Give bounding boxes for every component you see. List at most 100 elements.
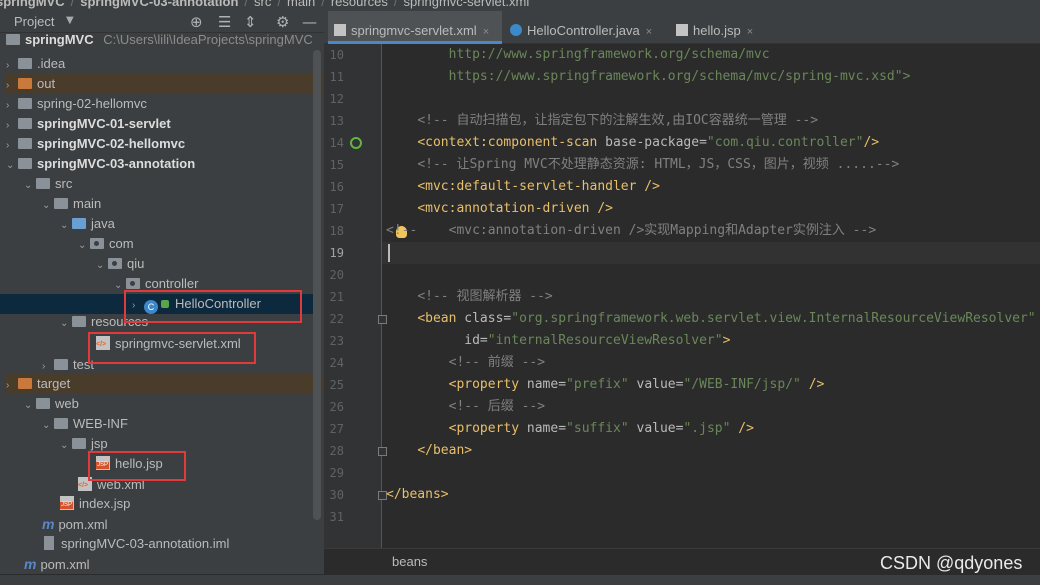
code-line-15[interactable]: <!-- 让Spring MVC不处理静态资源: HTML，JS，CSS，图片，…	[386, 154, 899, 176]
chevron-down-icon[interactable]: ⌄	[24, 396, 36, 416]
tree-item-main[interactable]: ⌄ main	[42, 194, 101, 214]
chevron-down-icon[interactable]: ⌄	[60, 316, 72, 330]
code-line-27[interactable]: <property name="suffix" value=".jsp" />	[386, 418, 754, 440]
folder-icon	[18, 58, 32, 69]
chevron-right-icon[interactable]: ›	[6, 76, 18, 96]
chevron-down-icon[interactable]: ⌄	[24, 176, 36, 196]
hide-icon[interactable]: —	[302, 13, 317, 31]
line-number: 10	[329, 48, 344, 62]
code-line-17[interactable]: <mvc:annotation-driven />	[386, 198, 613, 220]
module-folder-icon	[18, 158, 32, 169]
tree-item-mod01[interactable]: › springMVC-01-servlet	[6, 114, 171, 134]
code-line-10[interactable]: http://www.springframework.org/schema/mv…	[386, 44, 770, 66]
chevron-down-icon[interactable]: ⌄	[6, 156, 18, 176]
tree-item-spring02[interactable]: › spring-02-hellomvc	[6, 94, 147, 114]
tree-item-mod03[interactable]: ⌄ springMVC-03-annotation	[6, 154, 195, 174]
chevron-down-icon[interactable]: ▼	[66, 15, 74, 26]
expand-icon[interactable]: ⇕	[244, 13, 257, 31]
code-line-28[interactable]: </bean>	[386, 440, 472, 462]
code-line-21[interactable]: <!-- 视图解析器 -->	[386, 286, 552, 308]
code-line-16[interactable]: <mvc:default-servlet-handler />	[386, 176, 660, 198]
tree-item-qiu[interactable]: ⌄ qiu	[96, 254, 144, 274]
chevron-down-icon[interactable]: ⌄	[96, 256, 108, 276]
locate-icon[interactable]: ⊕	[190, 13, 203, 31]
code-line-30[interactable]: </beans>	[386, 484, 449, 506]
highlight-box-hello-jsp	[88, 451, 186, 481]
tree-item-src[interactable]: ⌄ src	[24, 174, 72, 194]
tree-item-web[interactable]: ⌄ web	[24, 394, 79, 414]
breadcrumb-src[interactable]: src	[254, 0, 271, 9]
tree-item-out[interactable]: › out	[6, 74, 324, 94]
chevron-right-icon[interactable]: ›	[6, 56, 18, 76]
code-line-14[interactable]: <context:component-scan base-package="co…	[386, 132, 879, 154]
folder-icon	[6, 34, 20, 45]
tree-root[interactable]: springMVC C:\Users\lili\IdeaProjects\spr…	[6, 34, 324, 52]
code-line-23[interactable]: id="internalResourceViewResolver">	[386, 330, 730, 352]
tree-item-java[interactable]: ⌄ java	[60, 214, 115, 234]
breadcrumb-main[interactable]: main	[287, 0, 315, 9]
editor-breadcrumb-beans[interactable]: beans	[392, 554, 427, 569]
line-number: 13	[329, 114, 344, 128]
close-icon[interactable]: ×	[483, 26, 489, 38]
breadcrumb-resources[interactable]: resources	[331, 0, 388, 9]
code-line-25[interactable]: <property name="prefix" value="/WEB-INF/…	[386, 374, 825, 396]
chevron-down-icon[interactable]: ⌄	[60, 216, 72, 236]
folder-icon	[18, 98, 32, 109]
chevron-down-icon[interactable]: ⌄	[78, 236, 90, 256]
tree-item-iml[interactable]: springMVC-03-annotation.iml	[42, 534, 229, 554]
line-number: 18	[329, 224, 344, 238]
chevron-right-icon[interactable]: ›	[42, 356, 54, 372]
close-icon[interactable]: ×	[747, 26, 753, 38]
tree-item-mod02[interactable]: › springMVC-02-hellomvc	[6, 134, 185, 154]
code-line-22[interactable]: <bean class="org.springframework.web.ser…	[386, 308, 1035, 330]
gear-icon[interactable]: ⚙	[276, 13, 289, 31]
current-line-highlight	[382, 242, 1040, 264]
tab-hello-controller[interactable]: HelloController.java ×	[506, 11, 670, 44]
module-folder-icon	[18, 138, 32, 149]
tree-item-test[interactable]: › test	[42, 354, 94, 372]
line-number: 31	[329, 510, 344, 524]
breadcrumb-file[interactable]: springmvc-servlet.xml	[404, 0, 530, 9]
package-icon	[108, 258, 122, 269]
chevron-right-icon[interactable]: ›	[6, 116, 18, 136]
chevron-right-icon[interactable]: ›	[6, 96, 18, 116]
project-scrollbar[interactable]	[313, 50, 321, 520]
tab-hello-jsp[interactable]: hello.jsp ×	[672, 11, 772, 44]
tree-item-target[interactable]: › target	[6, 374, 324, 394]
chevron-right-icon[interactable]: ›	[6, 136, 18, 156]
tree-item-com[interactable]: ⌄ com	[78, 234, 134, 254]
project-panel-header: Project ▼ ⊕ ☰ ⇕ ⚙ —	[0, 11, 324, 33]
highlight-box-controller	[124, 290, 302, 323]
code-line-18[interactable]: <!-- <mvc:annotation-driven />实现Mapping和…	[386, 220, 876, 242]
code-line-13[interactable]: <!-- 自动扫描包，让指定包下的注解生效,由IOC容器统一管理 -->	[386, 110, 818, 132]
folder-icon	[18, 78, 32, 89]
resources-folder-icon	[72, 316, 86, 327]
chevron-down-icon[interactable]: ⌄	[42, 416, 54, 436]
folder-icon	[54, 359, 68, 370]
tree-item-pom-inner[interactable]: m pom.xml	[42, 514, 108, 534]
line-number: 22	[329, 312, 344, 326]
code-line-24[interactable]: <!-- 前缀 -->	[386, 352, 545, 374]
tab-springmvc-servlet[interactable]: springmvc-servlet.xml ×	[328, 11, 502, 44]
line-number: 28	[329, 444, 344, 458]
breadcrumb-module[interactable]: springMVC-03-annotation	[80, 0, 238, 9]
project-panel-title[interactable]: Project	[14, 14, 54, 29]
close-icon[interactable]: ×	[646, 26, 652, 38]
chevron-down-icon[interactable]: ⌄	[60, 436, 72, 456]
tree-item-idea[interactable]: › .idea	[6, 54, 65, 74]
chevron-right-icon[interactable]: ›	[6, 376, 18, 396]
tree-item-pom-outer[interactable]: m pom.xml	[24, 554, 90, 574]
spring-bean-gutter-icon[interactable]	[350, 137, 362, 149]
module-folder-icon	[18, 118, 32, 129]
collapse-all-icon[interactable]: ☰	[218, 13, 231, 31]
code-line-26[interactable]: <!-- 后缀 -->	[386, 396, 545, 418]
package-icon	[90, 238, 104, 249]
line-number: 20	[329, 268, 344, 282]
source-folder-icon	[72, 218, 86, 229]
chevron-down-icon[interactable]: ⌄	[42, 196, 54, 216]
breadcrumb-project[interactable]: springMVC	[0, 0, 65, 9]
folder-icon	[54, 418, 68, 429]
tree-item-index-jsp[interactable]: index.jsp	[60, 494, 130, 514]
tree-item-webinf[interactable]: ⌄ WEB-INF	[42, 414, 128, 434]
code-line-11[interactable]: https://www.springframework.org/schema/m…	[386, 66, 911, 88]
